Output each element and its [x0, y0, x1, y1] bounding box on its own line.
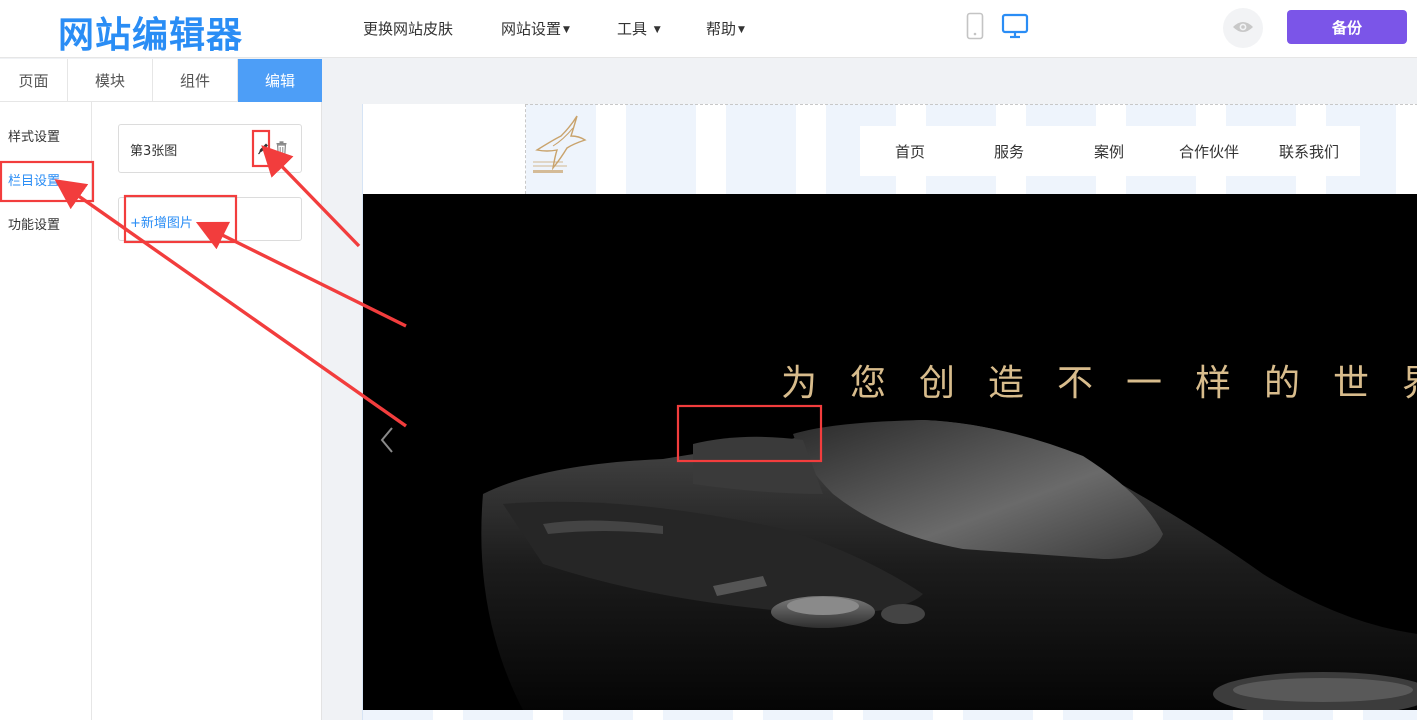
site-preview-canvas[interactable]: 首页 服务 案例 合作伙伴 联系我们 为您创造不一样的世界 — [362, 104, 1417, 720]
camera-photo — [481, 420, 1417, 710]
add-image-card[interactable]: +新增图片 — [118, 197, 302, 241]
trash-icon[interactable] — [276, 140, 287, 159]
below-banner-area — [363, 710, 1417, 720]
hero-banner-slider[interactable]: 为您创造不一样的世界 — [363, 194, 1417, 710]
tab-module[interactable]: 模块 — [68, 59, 153, 102]
menu-site-settings[interactable]: 网站设置 ▼ — [501, 18, 570, 39]
caret-down-icon: ▼ — [738, 25, 745, 35]
slide-image-label: 第3张图 — [130, 144, 178, 159]
site-nav-partners[interactable]: 合作伙伴 — [1179, 141, 1239, 162]
panel-tabs: 页面 模块 组件 编辑 — [0, 59, 322, 102]
top-toolbar: 网站编辑器 更换网站皮肤 网站设置 ▼ 工具 ▼ 帮助 ▼ 备份 — [0, 0, 1417, 58]
eye-icon — [1232, 19, 1254, 38]
site-nav-contact[interactable]: 联系我们 — [1279, 141, 1339, 162]
preview-button[interactable] — [1223, 8, 1263, 48]
menu-help[interactable]: 帮助 ▼ — [706, 18, 745, 39]
add-image-button[interactable]: +新增图片 — [130, 212, 193, 231]
site-nav-services[interactable]: 服务 — [994, 141, 1024, 162]
menu-change-skin[interactable]: 更换网站皮肤 — [363, 18, 453, 39]
pencil-icon[interactable] — [257, 140, 269, 159]
backup-button[interactable]: 备份 — [1287, 10, 1407, 44]
settings-side-menu: 样式设置 栏目设置 功能设置 — [0, 102, 92, 720]
site-nav-bar: 首页 服务 案例 合作伙伴 联系我们 — [860, 126, 1360, 176]
slide-image-item[interactable]: 第3张图 — [118, 124, 302, 173]
hero-slogan: 为您创造不一样的世界 — [781, 363, 1417, 404]
site-logo[interactable] — [527, 106, 595, 192]
tab-edit[interactable]: 编辑 — [238, 59, 322, 102]
caret-down-icon: ▼ — [653, 25, 661, 35]
tab-page[interactable]: 页面 — [0, 59, 68, 102]
side-item-column-settings[interactable]: 栏目设置 — [8, 170, 60, 189]
menu-tools[interactable]: 工具 ▼ — [617, 18, 661, 39]
caret-down-icon: ▼ — [563, 25, 570, 35]
desktop-device-icon[interactable] — [1001, 12, 1029, 44]
tab-component[interactable]: 组件 — [153, 59, 238, 102]
app-logo: 网站编辑器 — [58, 15, 244, 56]
editor-panel: 页面 模块 组件 编辑 样式设置 栏目设置 功能设置 第3张图 +新增图片 — [0, 59, 322, 720]
side-item-function-settings[interactable]: 功能设置 — [8, 214, 60, 233]
site-nav-home[interactable]: 首页 — [895, 141, 925, 162]
mobile-device-icon[interactable] — [966, 12, 984, 44]
site-nav-cases[interactable]: 案例 — [1094, 141, 1124, 162]
side-item-style-settings[interactable]: 样式设置 — [8, 126, 60, 145]
